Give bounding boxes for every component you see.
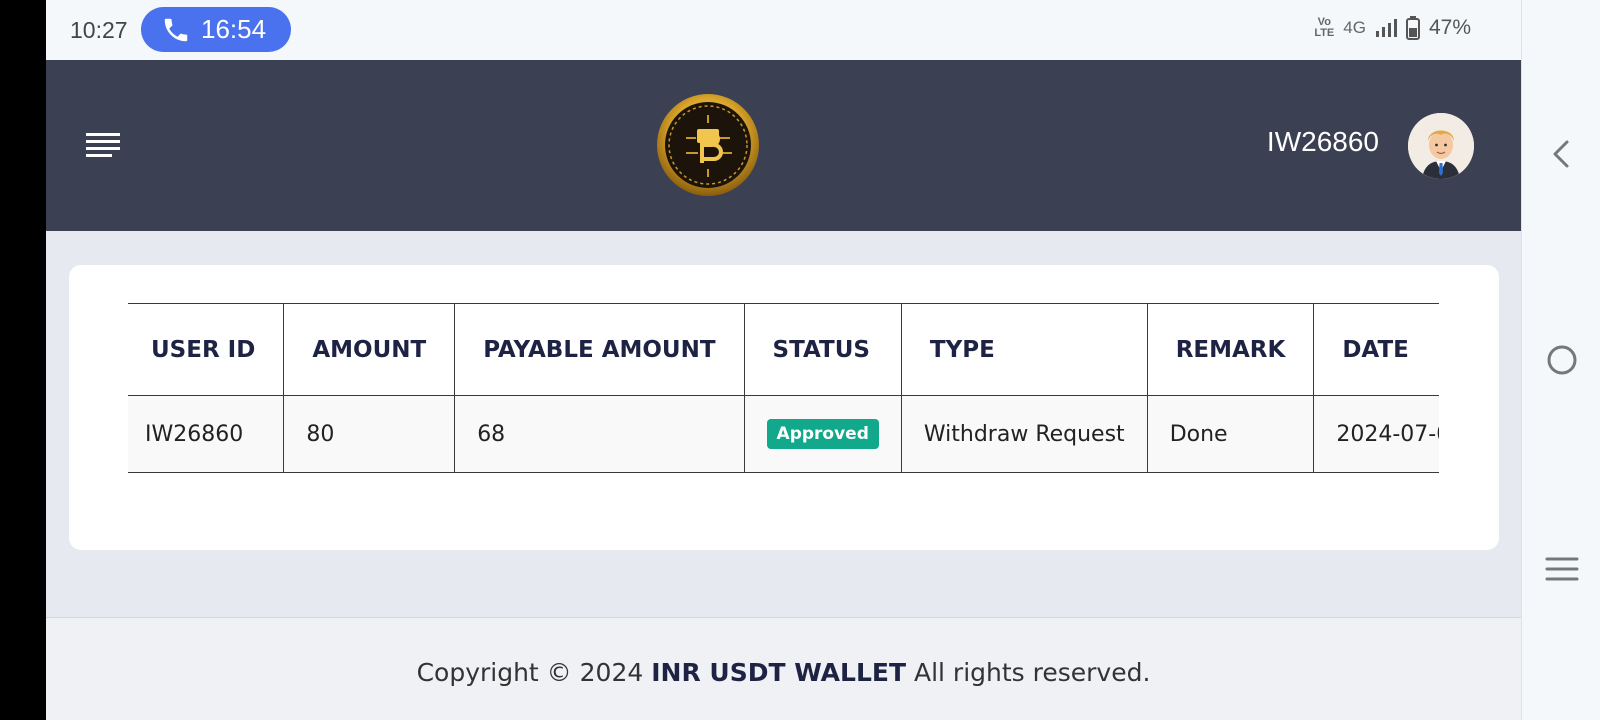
col-type: TYPE [900,303,1148,396]
volte-icon: Vo LTE [1314,16,1335,39]
table-row: IW26860 80 68 Approved Withdraw Request … [128,395,1439,473]
table-scroll-container[interactable]: USER ID AMOUNT PAYABLE AMOUNT STATUS TYP… [128,303,1439,473]
cell-date: 2024-07-05 [1313,395,1439,473]
page-footer: Copyright © 2024 INR USDT WALLET All rig… [46,617,1521,720]
col-status: STATUS [743,303,902,396]
table-header-row: USER ID AMOUNT PAYABLE AMOUNT STATUS TYP… [128,303,1439,396]
battery-percent: 47% [1428,16,1471,39]
col-date: DATE [1313,303,1439,396]
cell-amount: 80 [283,395,456,473]
ongoing-call-pill[interactable]: 16:54 [141,7,291,52]
cell-payable-amount: 68 [454,395,745,473]
main-content: USER ID AMOUNT PAYABLE AMOUNT STATUS TYP… [46,231,1521,617]
cell-type: Withdraw Request [900,395,1148,473]
status-bar: 10:27 16:54 Vo LTE 4G 47% [46,0,1521,60]
clock: 10:27 [70,17,128,43]
status-badge: Approved [766,419,879,449]
network-type: 4G [1343,18,1366,37]
copyright-prefix: Copyright © 2024 [416,658,644,687]
brand-name: INR USDT WALLET [651,658,907,687]
transactions-card: USER ID AMOUNT PAYABLE AMOUNT STATUS TYP… [69,265,1499,550]
recent-apps-icon[interactable] [1544,551,1580,587]
status-icons: Vo LTE 4G 47% [1314,16,1471,40]
signal-icon [1375,19,1397,37]
transactions-table: USER ID AMOUNT PAYABLE AMOUNT STATUS TYP… [128,303,1439,473]
back-icon[interactable] [1544,136,1580,172]
phone-icon [164,18,188,41]
battery-icon [1405,16,1420,40]
cell-status: Approved [743,395,902,473]
cell-user-id: IW26860 [128,395,285,473]
col-payable-amount: PAYABLE AMOUNT [454,303,745,396]
bitcoin-logo[interactable] [656,93,760,197]
username-label[interactable]: IW26860 [1267,126,1379,158]
copyright-text: Copyright © 2024 INR USDT WALLET All rig… [46,658,1521,687]
call-duration: 16:54 [201,14,267,44]
avatar-image [1408,113,1474,179]
cell-remark: Done [1146,395,1315,473]
col-amount: AMOUNT [283,303,456,396]
top-navbar: IW26860 [46,60,1521,231]
col-remark: REMARK [1146,303,1315,396]
menu-icon[interactable] [86,132,120,158]
home-icon[interactable] [1544,342,1580,378]
screen-edge [0,0,46,720]
copyright-suffix: All rights reserved. [913,658,1151,687]
col-user-id: USER ID [128,303,285,396]
user-avatar[interactable] [1408,113,1474,179]
system-navigation-bar [1521,0,1600,720]
